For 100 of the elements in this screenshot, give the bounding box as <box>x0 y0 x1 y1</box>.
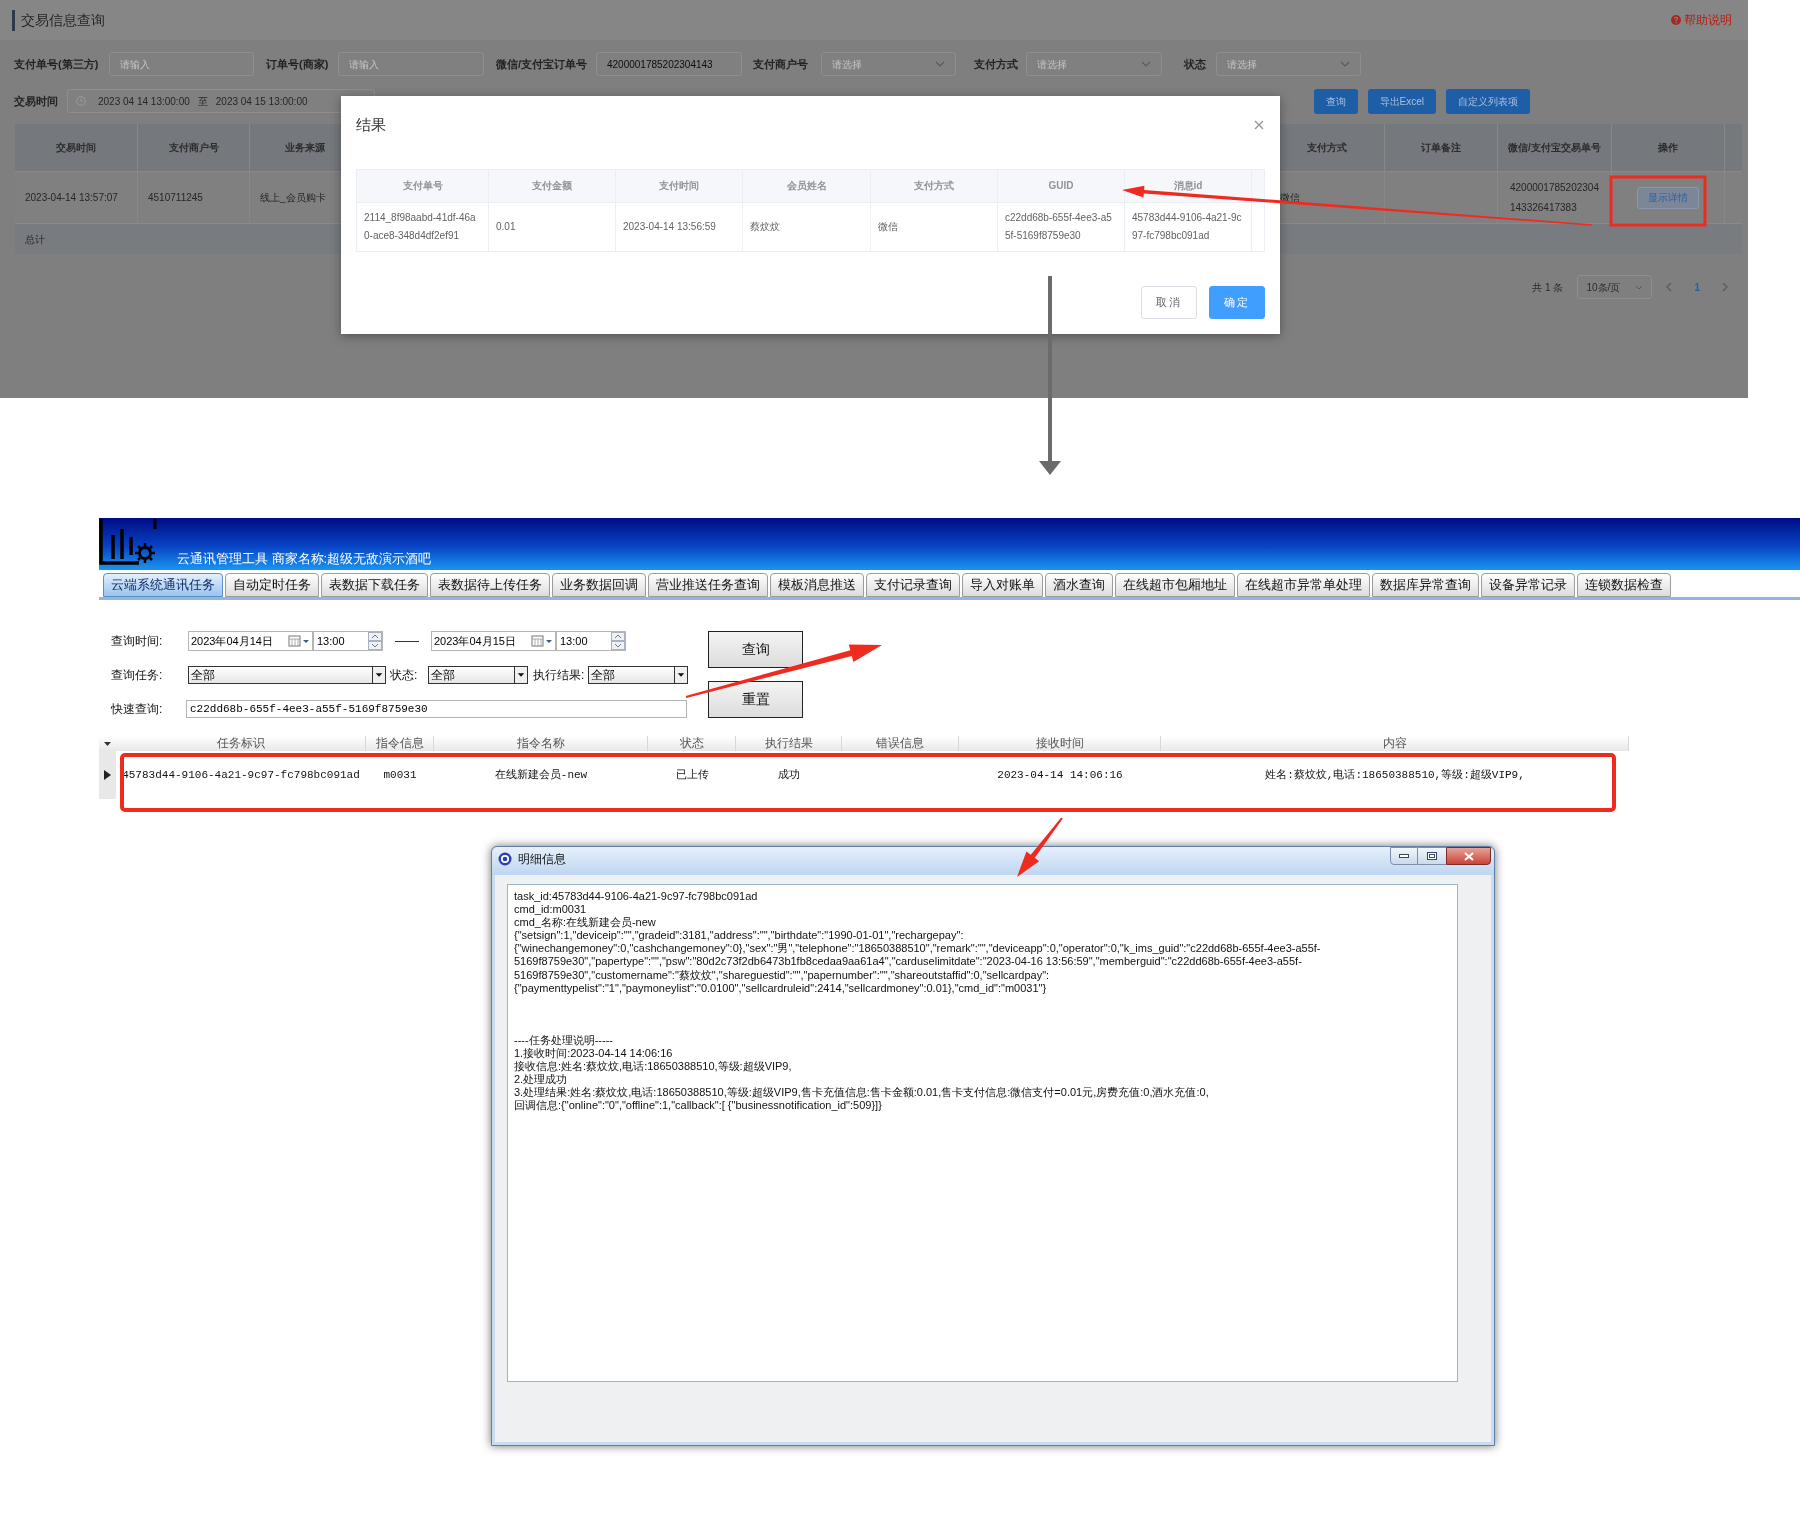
search-field[interactable]: c22dd68b-655f-4ee3-a55f-5169f8759e30 <box>186 700 687 718</box>
column-header: 支付方式 <box>1307 141 1347 155</box>
table-cell-text: 总计 <box>25 232 45 247</box>
table-cell-text: 蔡炆炆 <box>750 219 780 234</box>
filter-label: 支付单号(第三方) <box>14 56 100 72</box>
date-range-field[interactable]: 2023 04 14 13:00:00 至 2023 04 15 13:00:00 <box>67 89 375 113</box>
column-header: 微信/支付宝交易单号 <box>1508 141 1601 155</box>
grid-cell-text: 在线新建会员-new <box>494 767 588 783</box>
table-cell-text: 0.01 <box>496 219 516 234</box>
text-line: cmd_id:m0031 <box>514 903 588 917</box>
table-cell-text: 4510711245 <box>148 191 203 205</box>
app-icon <box>498 852 512 866</box>
filter-label: 交易时间 <box>14 93 59 109</box>
tab[interactable]: 设备异常记录 <box>1481 573 1575 597</box>
calendar-icon <box>531 635 553 647</box>
dialog-title: 结果 <box>356 115 386 135</box>
time-field[interactable]: 13:00 <box>556 631 626 651</box>
tab[interactable]: 业务数据回调 <box>552 573 646 597</box>
minimize-button[interactable] <box>1390 847 1418 865</box>
dropdown-field[interactable]: 全部 <box>428 666 528 684</box>
field-label: 状态: <box>390 667 419 684</box>
tab[interactable]: 支付记录查询 <box>866 573 960 597</box>
grid-cell-text: 姓名:蔡炆炆,电话:18650388510,等级:超级VIP9, <box>1265 767 1525 783</box>
field-label: 查询时间: <box>111 633 164 650</box>
close-button[interactable] <box>1446 847 1491 865</box>
tab[interactable]: 数据库异常查询 <box>1372 573 1479 597</box>
grid-cell-text: 2023-04-14 14:06:16 <box>997 767 1123 783</box>
column-header: 执行结果 <box>764 736 813 751</box>
column-header: GUID <box>1048 179 1074 193</box>
dropdown-arrow-icon <box>674 667 687 683</box>
table-cell-text: 2114_8f98aabd-41df-46a0-ace8-348d4df2ef91 <box>364 210 477 243</box>
action-button[interactable]: 查询 <box>708 631 803 668</box>
field-label: 查询任务: <box>111 667 164 684</box>
toolbar-button[interactable]: 查询 <box>1313 88 1358 114</box>
chevron-down-icon <box>935 61 945 67</box>
page-title: 交易信息查询 <box>12 9 105 31</box>
time-field[interactable]: 13:00 <box>313 631 383 651</box>
tab[interactable]: 模板消息推送 <box>770 573 864 597</box>
tab[interactable]: 表数据下载任务 <box>321 573 428 597</box>
next-page-icon <box>1722 282 1728 292</box>
column-header: 任务标识 <box>216 736 265 751</box>
action-button[interactable]: 重置 <box>708 681 803 718</box>
grid-cell-text: 45783d44-9106-4a21-9c97-fc798bc091ad <box>122 767 360 783</box>
dropdown-field[interactable]: 全部 <box>188 666 386 684</box>
maximize-button[interactable] <box>1418 847 1446 865</box>
tab[interactable]: 导入对账单 <box>962 573 1043 597</box>
toolbar-button[interactable]: 自定义列表项 <box>1446 88 1530 114</box>
app-title: 云通讯管理工具 商家名称:超级无敌演示酒吧 <box>177 549 432 568</box>
sort-caret-icon <box>104 741 111 746</box>
help-icon <box>1671 15 1681 25</box>
tab[interactable]: 连锁数据检查 <box>1577 573 1671 597</box>
column-header: 交易时间 <box>56 141 96 155</box>
text-line: ----任务处理说明----- <box>514 1033 614 1047</box>
text-line: 1.接收时间:2023-04-14 14:06:16 <box>514 1046 674 1060</box>
column-header: 支付金额 <box>532 179 572 193</box>
tab[interactable]: 自动定时任务 <box>225 573 319 597</box>
column-header: 支付单号 <box>402 179 443 193</box>
table-cell-text: 线上_会员购卡 <box>260 191 326 205</box>
text-line: 5169f8759e30","customername":"蔡炆炆","shareguestid":"","papernumber":"","shareoutstaffid":0,"sellcardpay": <box>514 968 1051 982</box>
chevron-down-icon <box>1141 61 1151 67</box>
date-field[interactable]: 2023年04月14日 <box>188 631 313 651</box>
chevron-down-icon <box>1340 61 1350 67</box>
window-title: 明细信息 <box>518 851 566 868</box>
column-header: 操作 <box>1658 141 1678 155</box>
field-label: 执行结果: <box>533 667 586 684</box>
text-line: 5169f8759e30","papertype":"","psw":"80d2c73f2db6473b1fb8cedaa9aa61a4","carduselimitdate":"2023-04-16 13:56:59","memberguid":"c22dd68b-655f-4ee3-a55f- <box>514 955 1303 969</box>
date-field[interactable]: 2023年04月15日 <box>431 631 556 651</box>
filter-label: 订单号(商家) <box>266 56 330 72</box>
column-header: 指令名称 <box>516 736 565 751</box>
column-header: 接收时间 <box>1035 736 1084 751</box>
text-line: 3.处理结果:姓名:蔡炆炆,电话:18650388510,等级:超级VIP9,售卡充值信息:售卡金额:0.01,售卡支付信息:微信支付=0.01元,房费充值:0,酒水充值:0, <box>514 1086 1210 1100</box>
filter-label: 支付方式 <box>974 56 1019 72</box>
tab[interactable]: 在线超市包厢地址 <box>1115 573 1235 597</box>
tab[interactable]: 云端系统通讯任务 <box>103 573 223 597</box>
text-area[interactable] <box>507 884 1458 1382</box>
logo-icon <box>99 519 159 566</box>
cancel-button[interactable]: 取消 <box>1141 285 1197 319</box>
tab[interactable]: 在线超市异常单处理 <box>1237 573 1370 597</box>
table-cell-text: 4200001785202304143326417383 <box>1510 180 1599 215</box>
column-header: 支付方式 <box>914 179 954 193</box>
dropdown-arrow-icon <box>372 667 385 683</box>
grid-cell-text: 已上传 <box>675 767 709 783</box>
page-size-select[interactable]: 10条/页 <box>1577 275 1653 299</box>
input-field[interactable]: 4200001785202304143 <box>596 52 742 76</box>
maximize-icon <box>1427 852 1437 860</box>
table-cell-text: 2023-04-14 13:57:07 <box>25 191 118 205</box>
text-line: {"winechangemoney":0,"cashchangemoney":0},"sex":"男","telephone":"18650388510","remark":"","deviceapp":0,"operator":0,"k_ims_guid":"c22dd68b-655f-4ee3-a55f- <box>514 942 1322 956</box>
tab[interactable]: 营业推送任务查询 <box>648 573 768 597</box>
table-cell-text: 2023-04-14 13:56:59 <box>623 219 716 234</box>
toolbar-button[interactable]: 导出Excel <box>1367 88 1436 114</box>
grid-cell-text: 成功 <box>778 767 800 783</box>
text-line: task_id:45783d44-9106-4a21-9c97-fc798bc091ad <box>514 890 759 904</box>
tab[interactable]: 酒水查询 <box>1045 573 1113 597</box>
dropdown-field[interactable]: 全部 <box>588 666 688 684</box>
column-header: 状态 <box>679 736 704 751</box>
tab[interactable]: 表数据待上传任务 <box>430 573 550 597</box>
table-cell-text: 45783d44-9106-4a21-9c97-fc798bc091ad <box>1132 210 1243 243</box>
text-line: 2.处理成功 <box>514 1073 569 1087</box>
text-line: {"setsign":1,"deviceip":"","gradeid":3181,"address":"","birthdate":"1990-01-01","rechargepay": <box>514 929 965 943</box>
spinner-icon <box>611 632 625 650</box>
